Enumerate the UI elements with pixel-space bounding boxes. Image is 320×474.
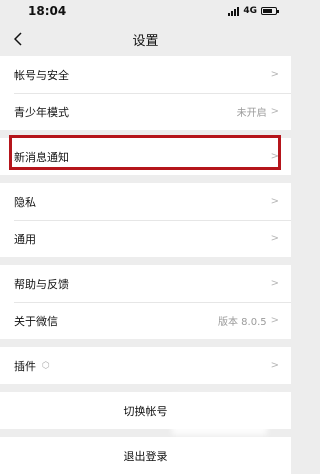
switch-account-label: 切换帐号 <box>123 404 168 418</box>
chevron-right-icon: > <box>270 278 279 289</box>
status-indicators: 4G <box>228 6 279 16</box>
setting-label: 插件 <box>14 359 36 373</box>
setting-row-new-message-notifications[interactable]: 新消息通知 > <box>0 138 291 175</box>
back-button[interactable] <box>10 30 26 48</box>
setting-row-teen-mode[interactable]: 青少年模式 未开启 > <box>0 93 291 130</box>
plugin-icon: ⬡ <box>42 360 50 371</box>
setting-value: 未开启 <box>236 108 267 119</box>
status-time: 18:04 <box>28 4 67 18</box>
settings-group-privacy: 隐私 > 通用 > <box>0 183 291 257</box>
setting-row-account-security[interactable]: 帐号与安全 > <box>0 56 291 93</box>
logout-label: 退出登录 <box>123 449 168 463</box>
version-value: 版本 8.0.5 <box>217 317 267 328</box>
chevron-right-icon: > <box>270 233 279 244</box>
settings-group-plugins: 插件 ⬡ > <box>0 347 291 384</box>
nav-bar: 设置 <box>0 22 291 56</box>
page-title: 设置 <box>132 33 159 49</box>
setting-label: 隐私 <box>14 195 36 209</box>
setting-row-privacy[interactable]: 隐私 > <box>0 183 291 220</box>
setting-label: 新消息通知 <box>14 150 69 164</box>
chevron-right-icon: > <box>270 360 279 371</box>
chevron-right-icon: > <box>270 106 279 117</box>
setting-label: 帐号与安全 <box>14 68 69 82</box>
chevron-left-icon <box>14 32 22 46</box>
setting-row-general[interactable]: 通用 > <box>0 220 291 257</box>
settings-group-notifications: 新消息通知 > <box>0 138 291 175</box>
setting-row-plugins[interactable]: 插件 ⬡ > <box>0 347 291 384</box>
setting-label: 通用 <box>14 232 36 246</box>
status-bar: 18:04 4G <box>0 0 291 22</box>
settings-group-account: 帐号与安全 > 青少年模式 未开启 > <box>0 56 291 130</box>
setting-label-wrap: 插件 ⬡ <box>14 358 271 374</box>
signal-icon <box>228 6 240 16</box>
logout-button[interactable]: 退出登录 <box>0 437 291 474</box>
chevron-right-icon: > <box>270 151 279 162</box>
setting-row-help-feedback[interactable]: 帮助与反馈 > <box>0 265 291 302</box>
settings-group-help: 帮助与反馈 > 关于微信 版本 8.0.5 > <box>0 265 291 339</box>
blur-overlay <box>172 395 267 435</box>
setting-label: 青少年模式 <box>14 105 69 119</box>
battery-icon <box>261 7 279 15</box>
chevron-right-icon: > <box>270 315 279 326</box>
setting-row-about[interactable]: 关于微信 版本 8.0.5 > <box>0 302 291 339</box>
setting-label: 关于微信 <box>14 314 58 328</box>
chevron-right-icon: > <box>270 69 279 80</box>
chevron-right-icon: > <box>270 196 279 207</box>
network-type: 4G <box>243 6 257 16</box>
setting-label: 帮助与反馈 <box>14 277 69 291</box>
